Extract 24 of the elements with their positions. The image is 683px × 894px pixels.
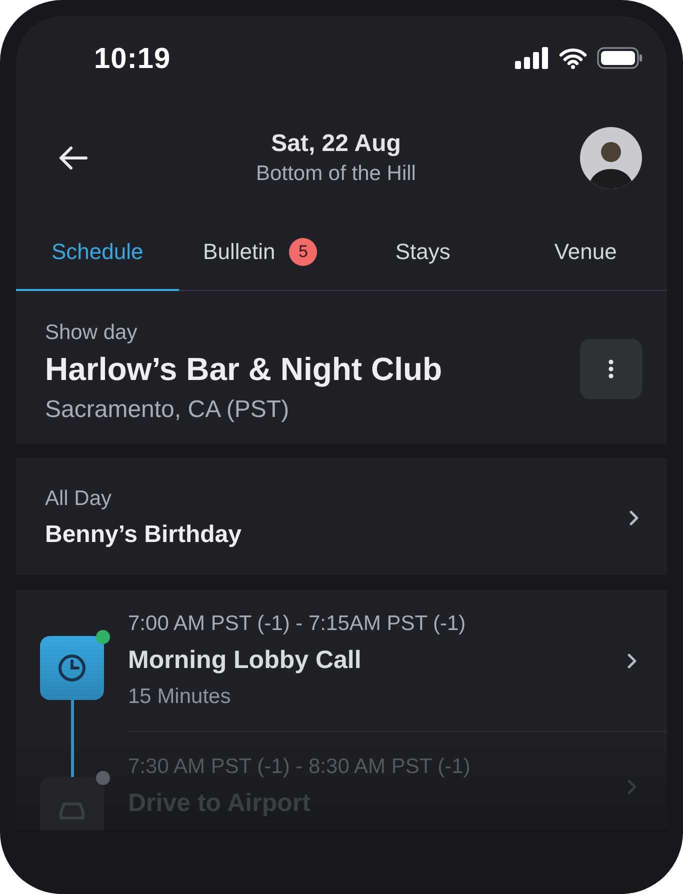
event-duration: 15 Minutes — [128, 685, 232, 709]
card-caption: All Day — [45, 486, 113, 510]
event-title[interactable]: Morning Lobby Call — [128, 646, 627, 675]
more-vertical-icon — [608, 358, 614, 378]
chevron-icon — [627, 652, 637, 668]
back-arrow-icon — [58, 146, 88, 170]
venue-location: Sacramento, CA (PST) — [45, 396, 290, 424]
status-time: 10:19 — [94, 42, 171, 76]
wifi-icon — [559, 47, 587, 69]
signal-icon — [515, 47, 549, 69]
event-title[interactable]: Benny’s Birthday — [45, 520, 629, 548]
battery-icon — [597, 47, 643, 69]
event-time: 7:30 AM PST (-1) - 8:30 AM PST (-1) — [128, 755, 472, 779]
chevron-icon — [629, 510, 639, 526]
header-subtitle: Bottom of the Hill — [256, 162, 416, 186]
tab[interactable]: Venue — [504, 216, 667, 292]
count-badge: 5 — [289, 238, 318, 266]
tab[interactable]: Stays — [342, 216, 504, 292]
venue-title: Harlow’s Bar & Night Club — [45, 351, 444, 388]
header-title: Sat, 22 Aug — [271, 130, 401, 158]
clock-icon — [57, 653, 87, 683]
chevron-icon — [627, 778, 637, 794]
card-caption: Show day — [45, 321, 138, 345]
event-time: 7:00 AM PST (-1) - 7:15AM PST (-1) — [128, 612, 467, 636]
